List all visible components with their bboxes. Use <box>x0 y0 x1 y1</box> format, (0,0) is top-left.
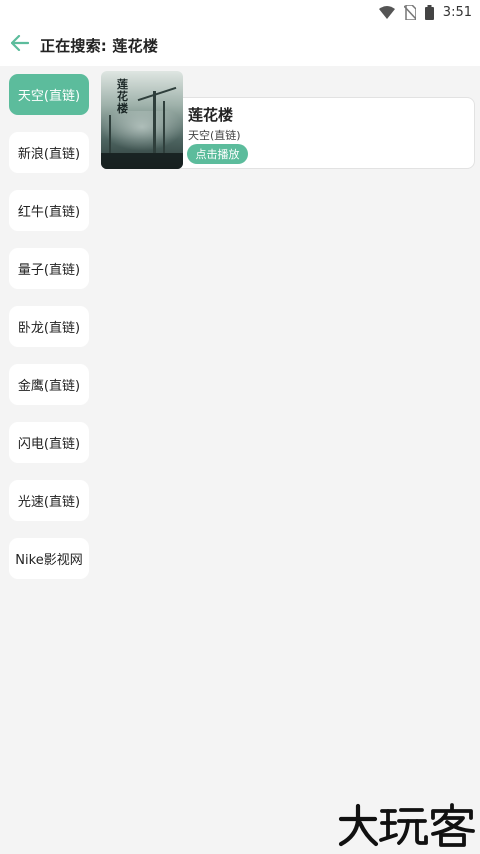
play-button-label: 点击播放 <box>195 148 240 161</box>
wifi-icon <box>378 5 395 19</box>
source-item-label: 卧龙(直链) <box>17 321 81 336</box>
back-arrow-icon <box>10 34 30 55</box>
source-item-liangzi[interactable]: 量子(直链) <box>9 248 89 289</box>
play-button[interactable]: 点击播放 <box>187 144 248 164</box>
page-title: 正在搜索: 莲花楼 <box>40 36 159 55</box>
source-item-jinying[interactable]: 金鹰(直链) <box>9 364 89 405</box>
source-item-tiankong[interactable]: 天空(直链) <box>9 74 89 115</box>
source-item-label: 量子(直链) <box>17 263 81 278</box>
source-item-label: 天空(直链) <box>17 89 81 104</box>
result-title: 莲花楼 <box>188 106 234 124</box>
poster-image[interactable]: 莲花楼 <box>101 71 183 169</box>
source-item-label: Nike影视网 <box>15 553 83 568</box>
source-item-label: 闪电(直链) <box>17 437 81 452</box>
status-time: 3:51 <box>442 4 472 20</box>
poster-tree <box>109 115 111 153</box>
poster-calligraphy: 莲花楼 <box>117 78 128 115</box>
source-item-label: 金鹰(直链) <box>17 379 81 394</box>
source-item-wolong[interactable]: 卧龙(直链) <box>9 306 89 347</box>
status-bar: 3:51 <box>0 0 480 24</box>
app-bar: 正在搜索: 莲花楼 <box>0 24 480 66</box>
source-item-guangsu[interactable]: 光速(直链) <box>9 480 89 521</box>
source-item-xinlang[interactable]: 新浪(直链) <box>9 132 89 173</box>
source-item-label: 红牛(直链) <box>17 205 81 220</box>
source-sidebar: 天空(直链) 新浪(直链) 红牛(直链) 量子(直链) 卧龙(直链) 金鹰(直链… <box>9 74 89 596</box>
poster-mist <box>101 111 183 151</box>
source-item-label: 新浪(直链) <box>17 147 81 162</box>
source-item-shandian[interactable]: 闪电(直链) <box>9 422 89 463</box>
poster-branch <box>137 86 177 102</box>
poster-caption-band <box>101 153 183 169</box>
poster-tree <box>153 91 156 153</box>
source-item-nike[interactable]: Nike影视网 <box>9 538 89 579</box>
result-source: 天空(直链) <box>188 129 241 142</box>
poster-tree <box>163 101 165 153</box>
watermark-logo <box>334 800 480 850</box>
source-item-hongniu[interactable]: 红牛(直链) <box>9 190 89 231</box>
source-item-label: 光速(直链) <box>17 495 81 510</box>
result-card[interactable]: 莲花楼 莲花楼 天空(直链) 点击播放 <box>101 71 476 169</box>
no-sim-icon <box>403 4 416 20</box>
battery-icon <box>424 4 434 20</box>
back-button[interactable] <box>0 24 38 66</box>
